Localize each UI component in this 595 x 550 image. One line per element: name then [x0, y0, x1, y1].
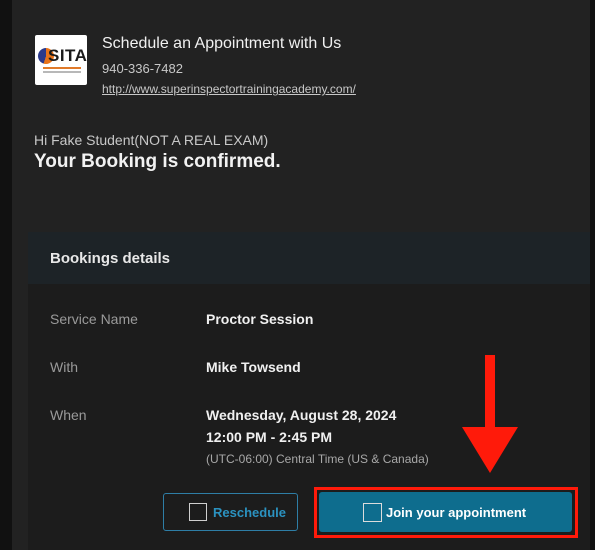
company-logo: SITA	[35, 35, 87, 85]
logo-stripe-sub	[43, 71, 81, 73]
when-date: Wednesday, August 28, 2024	[206, 407, 397, 423]
join-appointment-button[interactable]: Join your appointment	[319, 492, 572, 532]
website-link[interactable]: http://www.superinspectortrainingacademy…	[102, 82, 356, 96]
join-icon	[363, 502, 382, 522]
service-name-value: Proctor Session	[206, 311, 314, 327]
logo-stripe	[43, 67, 81, 69]
reschedule-button[interactable]: Reschedule	[163, 493, 298, 531]
when-timezone: (UTC-06:00) Central Time (US & Canada)	[206, 452, 429, 466]
booking-details-header: Bookings details	[28, 232, 590, 284]
when-time: 12:00 PM - 2:45 PM	[206, 429, 333, 445]
logo-text: SITA	[48, 46, 87, 65]
header-title: Schedule an Appointment with Us	[102, 35, 342, 52]
greeting-text: Hi Fake Student(NOT A REAL EXAM)	[34, 132, 269, 148]
with-value: Mike Towsend	[206, 359, 301, 375]
service-name-label: Service Name	[50, 311, 138, 327]
with-label: With	[50, 359, 78, 375]
booking-details-title: Bookings details	[50, 250, 171, 267]
when-label: When	[50, 407, 87, 423]
reschedule-icon	[189, 503, 207, 521]
reschedule-label: Reschedule	[213, 504, 286, 520]
join-appointment-label: Join your appointment	[386, 504, 527, 520]
header-phone: 940-336-7482	[102, 61, 183, 76]
red-down-arrow-icon	[462, 355, 518, 473]
confirmation-heading: Your Booking is confirmed.	[34, 151, 281, 172]
